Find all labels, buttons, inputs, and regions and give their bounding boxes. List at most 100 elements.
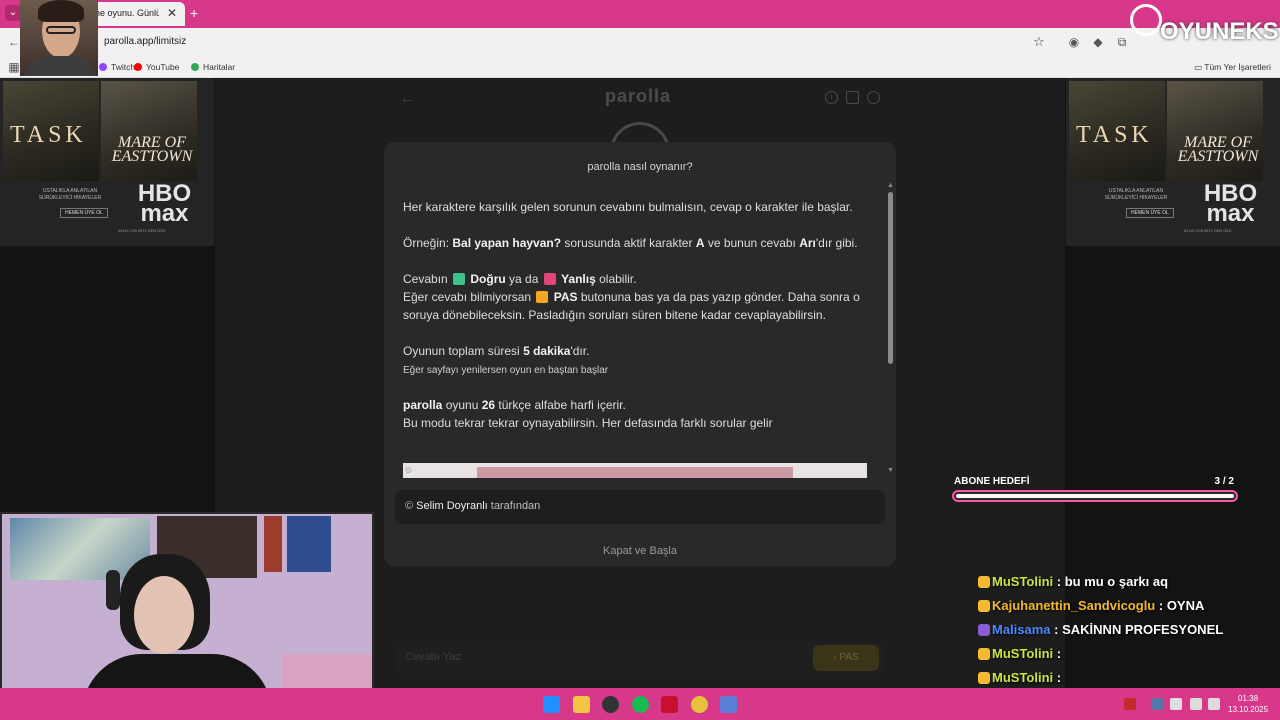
tray-icon[interactable] xyxy=(1124,698,1136,710)
chat-badge-icon xyxy=(978,600,990,612)
answer-input[interactable]: Cevabı Yaz xyxy=(405,651,461,663)
close-and-start-button[interactable]: Kapat ve Başla xyxy=(384,545,896,557)
extensions-puzzle-icon[interactable]: ⧉ xyxy=(1114,34,1130,50)
bookmark-twitch[interactable]: Twitch xyxy=(99,62,135,72)
modal-scrollbar[interactable]: ▲ ▼ xyxy=(887,182,895,474)
chat-badge-icon xyxy=(978,672,990,684)
wrong-square-icon xyxy=(543,273,556,285)
chat-message: MuSTolini : xyxy=(978,670,1061,685)
info-icon[interactable]: i xyxy=(825,91,838,104)
all-bookmarks[interactable]: ▭ Tüm Yer İşaretleri xyxy=(1194,62,1271,73)
modal-title: parolla nasıl oynanır? xyxy=(587,161,693,173)
ad-tagline: USTALIKLA ANLATILAN SÜRÜKLEYİCİ HİKAYELE… xyxy=(1104,188,1168,201)
chat-badge-icon xyxy=(978,648,990,660)
wall-poster xyxy=(264,516,282,572)
file-explorer-icon[interactable] xyxy=(573,696,590,713)
chat-badge-icon xyxy=(978,576,990,588)
chat-username[interactable]: Kajuhanettin_Sandvicoglu xyxy=(992,598,1155,613)
chat-message: MuSTolini : xyxy=(978,646,1061,661)
chat-text: : xyxy=(1056,670,1062,685)
close-tab-icon[interactable]: ✕ xyxy=(167,6,177,20)
tab-title: ne oyunu. Günlük xyxy=(95,8,159,18)
ad-price: AYLIK 239,99TL'DEN İZLE xyxy=(118,228,166,233)
answer-states-paragraph: Cevabın Doğru ya da Yanlış olabilir. xyxy=(403,272,637,286)
correct-square-icon xyxy=(453,273,466,285)
pas-paragraph: Eğer cevabı bilmiyorsan PAS butonuna bas… xyxy=(403,290,860,322)
start-icon[interactable] xyxy=(543,696,560,713)
bookmark-youtube[interactable]: YouTube xyxy=(134,62,179,72)
chat-badge-icon xyxy=(978,624,990,636)
active-tab[interactable]: ne oyunu. Günlük ✕ xyxy=(85,2,185,26)
goal-count: 3 / 2 xyxy=(1214,476,1234,487)
brand-text: OYUNEKS xyxy=(1160,18,1279,45)
glasses xyxy=(46,26,76,34)
tab-search-button[interactable]: ⌄ xyxy=(5,5,21,21)
chat-text: : SAKİNNN PROFESYONEL xyxy=(1054,622,1224,637)
ad-show-title: MARE OF EASTTOWN xyxy=(1177,134,1259,165)
maps-icon xyxy=(191,63,199,71)
chat-username[interactable]: MuSTolini xyxy=(992,670,1053,685)
chat-username[interactable]: MuSTolini xyxy=(992,574,1053,589)
tray-icon[interactable] xyxy=(1152,698,1164,710)
display-icon[interactable] xyxy=(1190,698,1202,710)
ad-cta-button[interactable]: HEMEN ÜYE OL xyxy=(60,208,108,218)
ad-tagline: USTALIKLA ANLATILAN SÜRÜKLEYİCİ HİKAYELE… xyxy=(38,188,102,201)
author-name[interactable]: Selim Doyranlı xyxy=(416,500,488,512)
tab-bar: ⌄ ne oyunu. Günlük ✕ + xyxy=(0,0,1280,28)
pas-button[interactable]: › PAS xyxy=(813,645,879,671)
bookmark-label: Haritalar xyxy=(203,62,236,72)
hair xyxy=(38,0,84,22)
left-ad-banner[interactable]: TASK MARE OF EASTTOWN USTALIKLA ANLATILA… xyxy=(0,78,214,246)
ad-show-title: MARE OF EASTTOWN xyxy=(111,134,193,165)
scroll-up-icon[interactable]: ▲ xyxy=(887,182,894,189)
ad-image xyxy=(101,81,197,181)
chrome-icon[interactable] xyxy=(691,696,708,713)
app-icon[interactable] xyxy=(661,696,678,713)
spotify-icon[interactable] xyxy=(632,696,649,713)
author-credit: © Selim Doyranlı tarafından xyxy=(395,490,885,524)
goal-progress-fill xyxy=(956,494,1234,498)
obs-icon[interactable] xyxy=(602,696,619,713)
answer-bar: Cevabı Yaz › PAS xyxy=(395,642,885,674)
bookmark-maps[interactable]: Haritalar xyxy=(191,62,235,72)
refresh-note: Eğer sayfayı yenilersen oyun en baştan b… xyxy=(403,365,609,376)
scroll-down-icon[interactable]: ▼ xyxy=(887,467,894,474)
chat-username[interactable]: MuSTolini xyxy=(992,646,1053,661)
chat-text: : bu mu o şarkı aq xyxy=(1056,574,1169,589)
chat-text: : OYNA xyxy=(1158,598,1205,613)
new-tab-button[interactable]: + xyxy=(190,5,198,21)
system-clock[interactable]: 01:38 13.10.2025 xyxy=(1228,693,1268,715)
bookmark-label: Twitch xyxy=(111,62,136,72)
ad-show-title: TASK xyxy=(10,122,87,148)
address-bar[interactable]: parolla.app/limitsiz xyxy=(104,36,186,47)
microphone-icon[interactable] xyxy=(1170,698,1182,710)
profile-icon[interactable] xyxy=(867,91,880,104)
chat-username[interactable]: Malisama xyxy=(992,622,1051,637)
chat-message: Malisama : SAKİNNN PROFESYONEL xyxy=(978,622,1223,637)
right-ad-banner[interactable]: TASK MARE OF EASTTOWN USTALIKLA ANLATILA… xyxy=(1066,78,1280,246)
ad-cta-button[interactable]: HEMEN ÜYE OL xyxy=(1126,208,1174,218)
twitch-icon xyxy=(99,63,107,71)
parolla-logo[interactable]: parolla xyxy=(605,86,671,107)
hbo-max-logo: HBO max xyxy=(1203,180,1258,227)
bookmark-star-icon[interactable]: ☆ xyxy=(1033,34,1045,50)
back-arrow-icon[interactable]: ← xyxy=(400,90,414,106)
ad-image xyxy=(1167,81,1263,181)
chat-message: Kajuhanettin_Sandvicoglu : OYNA xyxy=(978,598,1204,613)
stats-icon[interactable] xyxy=(846,91,859,104)
app-icon[interactable] xyxy=(720,696,737,713)
volume-icon[interactable] xyxy=(1208,698,1220,710)
browser-toolbar: ← parolla.app/limitsiz ☆ ◉ ◆ ⧉ xyxy=(0,28,1280,56)
hbo-max-logo: HBO max xyxy=(137,180,192,227)
extension-icon[interactable]: ◉ xyxy=(1066,34,1082,50)
chat-message: MuSTolini : bu mu o şarkı aq xyxy=(978,574,1168,589)
modal-body: Her karaktere karşılık gelen sorunun cev… xyxy=(403,198,865,432)
time-paragraph: Oyunun toplam süresi 5 dakika'dır. Eğer s… xyxy=(403,344,609,376)
all-bookmarks-label: Tüm Yer İşaretleri xyxy=(1204,62,1271,72)
youtube-icon xyxy=(134,63,142,71)
wall-poster xyxy=(287,516,331,572)
extension-icon[interactable]: ◆ xyxy=(1090,34,1106,50)
windows-taskbar: 01:38 13.10.2025 xyxy=(0,688,1280,720)
how-to-play-modal: parolla nasıl oynanır? Her karaktere kar… xyxy=(384,142,896,566)
scrollbar-thumb[interactable] xyxy=(888,192,893,364)
